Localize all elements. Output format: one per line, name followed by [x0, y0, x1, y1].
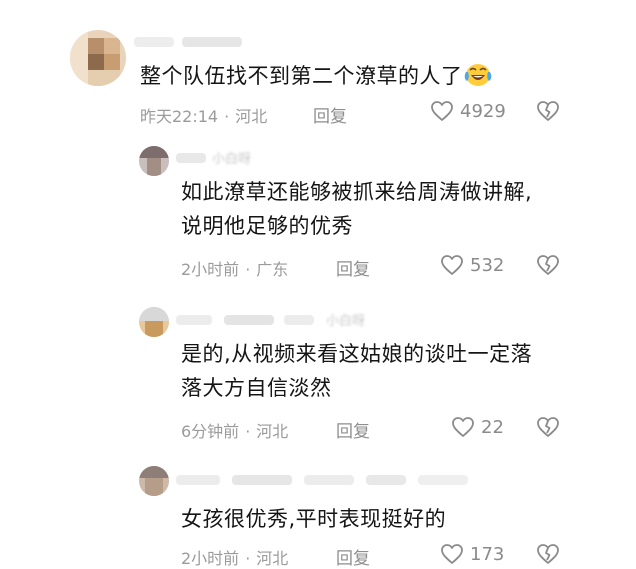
comment-line: 落大方自信淡然	[181, 376, 332, 400]
like-count: 4929	[460, 100, 506, 122]
avatar[interactable]	[139, 146, 169, 176]
reply-button[interactable]: 回复	[336, 255, 370, 280]
broken-heart-icon	[537, 255, 559, 275]
comment-line: 是的,从视频来看这姑娘的谈吐一定落	[181, 342, 533, 366]
comment-meta: 2小时前 · 河北	[181, 545, 288, 569]
reply-button[interactable]: 回复	[336, 544, 370, 569]
meta-separator: ·	[224, 107, 230, 126]
avatar[interactable]	[139, 466, 169, 496]
heart-icon	[452, 417, 474, 437]
like-button[interactable]: 22	[451, 416, 504, 438]
like-count: 22	[481, 416, 504, 438]
like-button[interactable]: 532	[440, 254, 504, 276]
comment-time: 6分钟前	[181, 422, 240, 441]
comment-text: 整个队伍找不到第二个潦草的人了	[140, 59, 493, 97]
comment-time: 昨天22:14	[140, 107, 219, 126]
meta-separator: ·	[245, 260, 251, 279]
like-button[interactable]: 4929	[430, 100, 506, 122]
comment-time: 2小时前	[181, 549, 240, 568]
reply-button[interactable]: 回复	[313, 102, 347, 127]
comment-meta: 6分钟前 · 河北	[181, 418, 288, 442]
meta-separator: ·	[245, 422, 251, 441]
comment-line: 整个队伍找不到第二个潦草的人了	[140, 64, 463, 88]
laughing-tears-emoji-icon	[463, 61, 493, 97]
comment-text: 是的,从视频来看这姑娘的谈吐一定落 落大方自信淡然	[181, 337, 532, 405]
comment-text: 女孩很优秀,平时表现挺好的	[181, 502, 446, 536]
heart-icon	[431, 101, 453, 121]
comment-line: 如此潦草还能够被抓来给周涛做讲解,	[181, 180, 533, 204]
broken-heart-icon	[537, 417, 559, 437]
avatar[interactable]	[139, 307, 169, 337]
comment-location: 河北	[256, 549, 289, 568]
username-text: 小白呀	[212, 152, 252, 167]
meta-separator: ·	[245, 549, 251, 568]
dislike-button[interactable]	[536, 100, 560, 126]
username-blurred[interactable]	[134, 34, 244, 52]
comment-text: 如此潦草还能够被抓来给周涛做讲解, 说明他足够的优秀	[181, 175, 532, 243]
comment-line: 说明他足够的优秀	[181, 214, 353, 238]
comment-time: 2小时前	[181, 260, 240, 279]
username-blurred[interactable]: 小白呀	[176, 150, 296, 168]
broken-heart-icon	[537, 101, 559, 121]
comment-location: 河北	[256, 422, 289, 441]
broken-heart-icon	[537, 544, 559, 564]
heart-icon	[441, 544, 463, 564]
heart-icon	[441, 255, 463, 275]
like-count: 532	[470, 254, 505, 276]
username-text: 小白呀	[326, 314, 366, 329]
reply-button[interactable]: 回复	[336, 417, 370, 442]
like-count: 173	[470, 543, 505, 565]
comment-location: 河北	[235, 107, 268, 126]
comment-meta: 昨天22:14 · 河北	[140, 103, 267, 127]
comment-line: 女孩很优秀,平时表现挺好的	[181, 507, 447, 531]
avatar[interactable]	[70, 30, 126, 86]
like-button[interactable]: 173	[440, 543, 504, 565]
comment-location: 广东	[256, 260, 289, 279]
dislike-button[interactable]	[536, 254, 560, 280]
comment-meta: 2小时前 · 广东	[181, 256, 288, 280]
username-blurred[interactable]: 小白呀	[176, 312, 396, 330]
dislike-button[interactable]	[536, 543, 560, 569]
dislike-button[interactable]	[536, 416, 560, 442]
username-blurred[interactable]	[176, 472, 476, 490]
